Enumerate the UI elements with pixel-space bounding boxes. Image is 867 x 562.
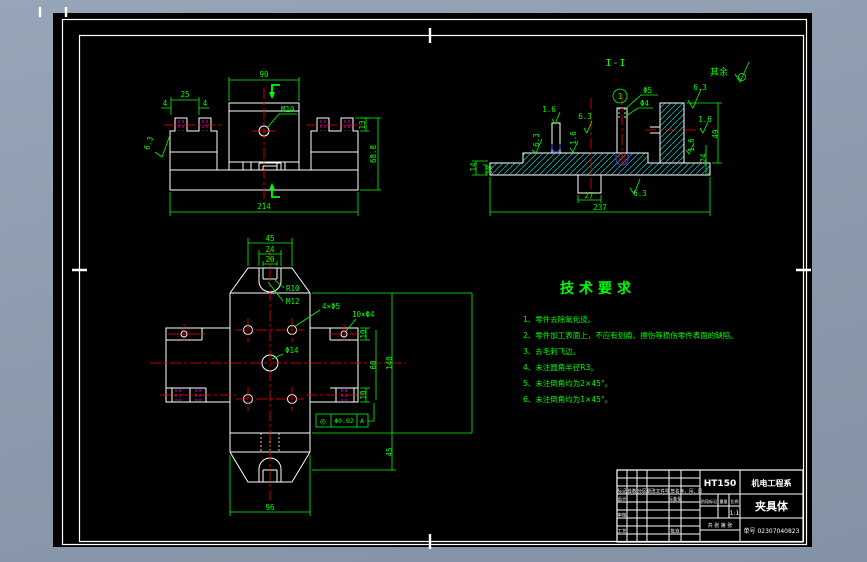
dim-front-wall-l: 4 bbox=[163, 99, 168, 108]
dim-sec-total: 237 bbox=[593, 203, 607, 212]
cad-viewport: 90 25 4 4 13 68.8 214 M10 6.3 I-I 其余 1 Φ… bbox=[0, 0, 867, 562]
title-block: 标记 处数 分区 更改文件号 签名 年、月、日 设计 标准化 审核 工艺 批准 … bbox=[616, 469, 804, 543]
label-holes-10: 10×Φ4 bbox=[352, 310, 375, 319]
sec-rough-2: 6.3 bbox=[532, 133, 541, 147]
dim-sec-tenon: 27 bbox=[584, 191, 593, 200]
tech-item: 5、未注倒角均为2×45°。 bbox=[523, 378, 612, 388]
tb-organization: 机电工程系 bbox=[752, 478, 792, 488]
label-hole-d4: Φ4 bbox=[640, 99, 650, 108]
rest-roughness-note: 其余 bbox=[710, 66, 728, 78]
sec-rough-8: 6.3 bbox=[633, 189, 647, 198]
drawing-canvas: 90 25 4 4 13 68.8 214 M10 6.3 I-I 其余 1 Φ… bbox=[38, 7, 811, 549]
tb-weight: 重量 bbox=[720, 498, 728, 504]
sec-rough-4: 6.3 bbox=[578, 112, 592, 121]
tech-item: 1、零件去除氧化皮。 bbox=[523, 314, 595, 324]
tolerance-value: Φ0.02 bbox=[334, 417, 354, 425]
tb-approve: 批准 bbox=[671, 528, 680, 535]
dim-sec-right-a: 49 bbox=[711, 129, 720, 138]
tech-item: 6、未注倒角均为1×45°。 bbox=[523, 394, 612, 404]
tb-header-sign: 签名 bbox=[671, 488, 680, 495]
tb-standard: 标准化 bbox=[668, 496, 682, 503]
tb-header-date: 年、月、日 bbox=[680, 488, 703, 495]
dim-sec-left-b: 10 bbox=[485, 165, 494, 175]
dim-front-wall-r: 4 bbox=[203, 99, 208, 108]
plan-view: R10 M12 4×Φ5 10×Φ4 Φ14 ◎ Φ0.02 A 45 24 2… bbox=[150, 234, 473, 516]
tb-scale-value: 1:1 bbox=[730, 510, 740, 517]
sec-rough-7: 1.6 bbox=[687, 138, 696, 152]
sec-rough-5: 6.3 bbox=[693, 83, 707, 92]
label-center-hole: Φ14 bbox=[285, 346, 299, 355]
dim-plan-top-c: 20 bbox=[265, 255, 275, 264]
tb-header-count: 处数 bbox=[628, 488, 637, 495]
dim-plan-v-a: 60 bbox=[369, 360, 378, 370]
dim-plan-r-bot: 10 bbox=[359, 390, 368, 400]
tb-header-mark: 标记 bbox=[618, 488, 627, 495]
dim-front-tab: 13 bbox=[358, 120, 367, 129]
dim-plan-v-c: 45 bbox=[385, 447, 394, 456]
sec-rough-1: 1.6 bbox=[542, 105, 556, 114]
dim-plan-r-top: 10 bbox=[359, 329, 368, 339]
tb-sheet-info: 共 张 第 张 bbox=[708, 522, 733, 529]
tb-header-doc: 更改文件号 bbox=[647, 488, 670, 495]
tb-stage: 阶段标记 bbox=[701, 498, 717, 504]
tech-item: 4、未注圆角半径R3。 bbox=[523, 362, 598, 372]
tolerance-datum: A bbox=[360, 417, 364, 425]
tb-part-name: 夹具体 bbox=[755, 499, 789, 513]
tb-scale: 比例 bbox=[731, 498, 739, 504]
dim-plan-top-b: 24 bbox=[265, 245, 275, 254]
dim-plan-v-b: 140 bbox=[385, 356, 394, 370]
tb-design: 设计 bbox=[618, 496, 627, 503]
tech-title: 技术要求 bbox=[560, 280, 636, 297]
dim-front-total: 214 bbox=[257, 202, 271, 211]
tb-material: HT150 bbox=[704, 479, 736, 489]
dim-front-slot: 25 bbox=[180, 90, 189, 99]
tech-requirements: 技术要求 1、零件去除氧化皮。 2、零件加工表面上，不应有划痕、擦伤等损伤零件表… bbox=[523, 280, 738, 404]
label-pin: Φ5 bbox=[643, 86, 652, 95]
sec-rough-3: 1.6 bbox=[569, 131, 578, 145]
sec-rough-6: 1.6 bbox=[698, 115, 712, 124]
dim-front-top: 90 bbox=[259, 70, 269, 79]
tb-header-zone: 分区 bbox=[638, 488, 647, 495]
front-roughness: 6.3 bbox=[142, 135, 155, 151]
dim-sec-right-b: 24 bbox=[699, 153, 708, 163]
label-front-hole: M10 bbox=[281, 105, 295, 114]
tech-item: 3、去毛刺飞边。 bbox=[523, 346, 580, 356]
dim-sec-left-a: 14 bbox=[469, 162, 478, 172]
section-title: I-I bbox=[605, 58, 626, 69]
tb-audit: 审核 bbox=[618, 512, 627, 519]
balloon-number: 1 bbox=[618, 92, 623, 101]
tb-serial: 单号 02307040823 bbox=[744, 527, 800, 535]
dim-front-height: 68.8 bbox=[369, 144, 378, 163]
label-slot-thread: M12 bbox=[286, 297, 300, 306]
section-view: I-I 其余 1 Φ5 Φ4 1.6 6.3 1.6 6.3 6.3 1.6 1… bbox=[469, 58, 750, 216]
tech-item: 2、零件加工表面上，不应有划痕、擦伤等损伤零件表面的缺陷。 bbox=[523, 330, 738, 340]
dim-plan-bottom: 96 bbox=[265, 503, 275, 512]
dim-plan-top-a: 45 bbox=[265, 234, 274, 243]
label-slot-radius: R10 bbox=[286, 284, 300, 293]
label-holes-4: 4×Φ5 bbox=[322, 302, 340, 311]
tb-craft: 工艺 bbox=[618, 529, 627, 535]
front-view: 90 25 4 4 13 68.8 214 M10 6.3 bbox=[142, 70, 381, 216]
tolerance-symbol: ◎ bbox=[320, 417, 326, 427]
